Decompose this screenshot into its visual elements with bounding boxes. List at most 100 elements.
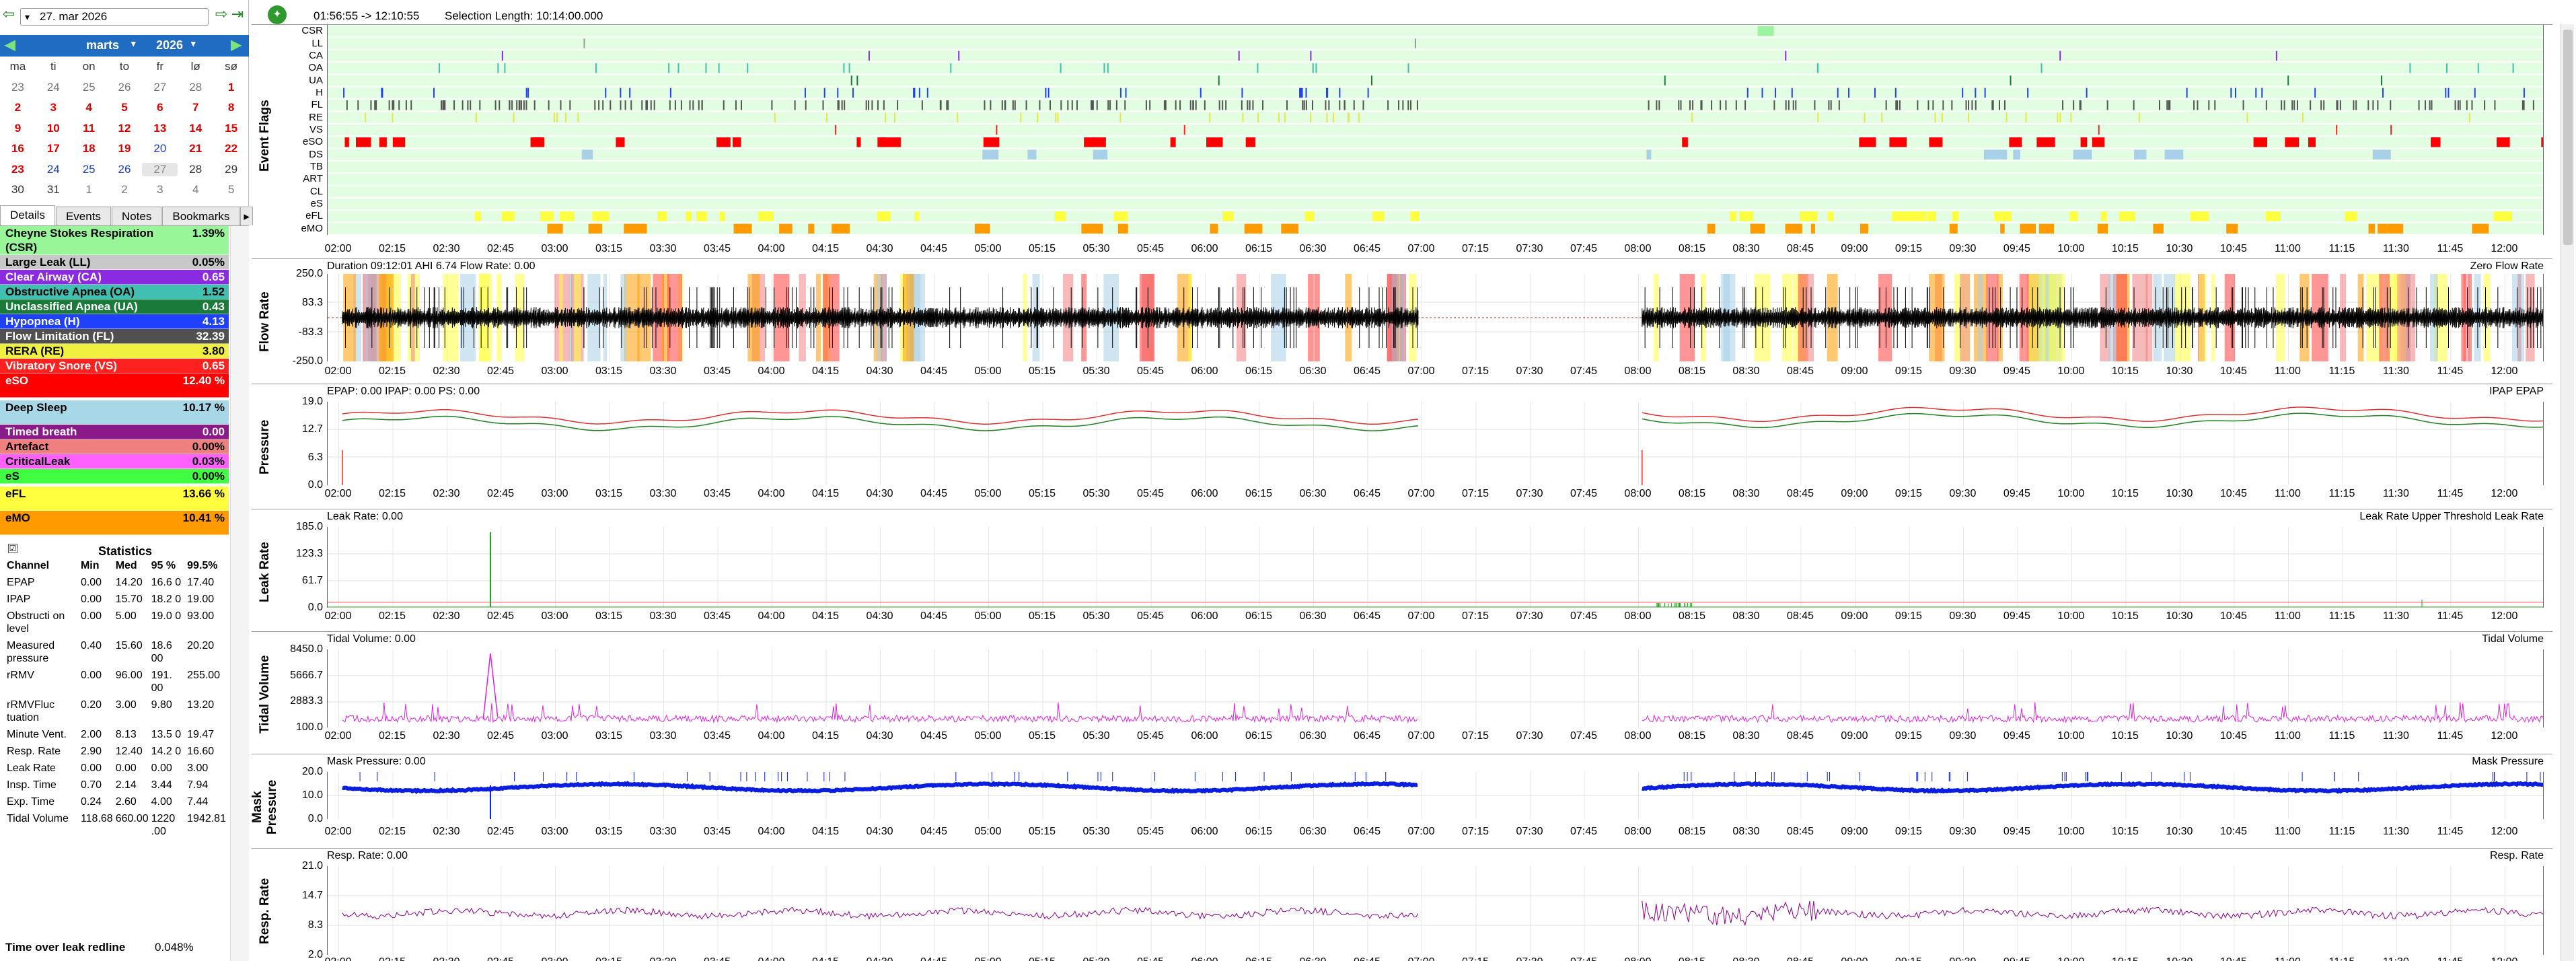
calendar-day[interactable]: 19	[107, 142, 143, 155]
event-flag-mark[interactable]	[1333, 112, 1335, 122]
event-flag-mark[interactable]	[2431, 100, 2433, 110]
event-flag-mark[interactable]	[1305, 87, 1307, 98]
event-flag-mark[interactable]	[1218, 75, 1220, 85]
flow-rate-plot[interactable]	[327, 274, 2544, 361]
event-flag-mark[interactable]	[950, 63, 952, 73]
event-flag-mark[interactable]	[844, 100, 846, 110]
event-flag-mark[interactable]	[1927, 100, 1929, 110]
calendar-day[interactable]: 3	[36, 101, 71, 114]
tab-bookmarks[interactable]: Bookmarks	[162, 207, 240, 225]
calendar-day[interactable]: 18	[71, 142, 107, 155]
event-flag-mark[interactable]	[1310, 50, 1312, 61]
summary-row[interactable]: Deep Sleep 10.17 %	[0, 400, 229, 425]
event-flag-mark[interactable]	[2372, 149, 2391, 159]
event-flag-mark[interactable]	[2459, 100, 2461, 110]
event-flag-mark[interactable]	[1175, 100, 1177, 110]
event-flag-mark[interactable]	[2073, 149, 2092, 159]
summary-row[interactable]: Hypopnea (H) 4.13	[0, 314, 229, 329]
event-flag-mark[interactable]	[2372, 100, 2374, 110]
summary-row[interactable]: eMO 10.41 %	[0, 511, 229, 535]
event-flag-mark[interactable]	[837, 87, 839, 98]
event-flag-mark[interactable]	[1410, 100, 1412, 110]
event-flag-mark[interactable]	[1060, 63, 1062, 73]
event-flag-mark[interactable]	[343, 87, 345, 98]
event-flag-mark[interactable]	[1707, 223, 1716, 234]
event-flag-mark[interactable]	[914, 211, 920, 221]
event-flag-mark[interactable]	[2003, 100, 2005, 110]
event-flag-mark[interactable]	[822, 100, 824, 110]
calendar-day[interactable]: 20	[142, 142, 178, 155]
event-flag-mark[interactable]	[914, 87, 916, 98]
event-flag-mark[interactable]	[1047, 87, 1050, 98]
event-flag-mark[interactable]	[1909, 211, 1926, 221]
event-flag-mark[interactable]	[1746, 87, 1749, 98]
event-flag-mark[interactable]	[2541, 137, 2544, 147]
event-flag-mark[interactable]	[2069, 211, 2078, 221]
event-flag-mark[interactable]	[2429, 100, 2431, 110]
event-flag-mark[interactable]	[2164, 149, 2184, 159]
calendar-day[interactable]: 4	[178, 183, 213, 197]
event-flag-mark[interactable]	[2388, 223, 2395, 234]
event-flag-mark[interactable]	[823, 87, 825, 98]
event-flag-mark[interactable]	[442, 100, 444, 110]
event-flag-mark[interactable]	[1092, 100, 1094, 110]
event-flag-mark[interactable]	[474, 211, 481, 221]
event-flag-mark[interactable]	[462, 100, 464, 110]
calendar-day[interactable]: 13	[142, 122, 178, 135]
event-flag-mark[interactable]	[1402, 100, 1404, 110]
event-flag-mark[interactable]	[883, 100, 885, 110]
tidal-volume-panel[interactable]: Tidal Volume: 0.00 Tidal Volume Tidal Vo…	[252, 631, 2552, 748]
event-flag-mark[interactable]	[1358, 112, 1360, 122]
summary-row[interactable]: eS 0.00%	[0, 469, 229, 484]
event-flag-mark[interactable]	[1170, 137, 1176, 147]
event-flag-mark[interactable]	[2214, 100, 2216, 110]
oscar-logo-icon[interactable]: ✦	[268, 5, 287, 24]
event-flag-mark[interactable]	[641, 100, 643, 110]
event-flag-mark[interactable]	[686, 211, 692, 221]
event-flag-mark[interactable]	[1195, 100, 1197, 110]
event-flag-mark[interactable]	[2265, 100, 2267, 110]
event-flag-mark[interactable]	[1113, 211, 1128, 221]
event-flag-mark[interactable]	[1124, 100, 1126, 110]
event-flag-mark[interactable]	[1149, 100, 1151, 110]
event-flag-mark[interactable]	[2190, 211, 2209, 221]
event-flag-mark[interactable]	[1682, 137, 1688, 147]
calendar-day[interactable]: 16	[0, 142, 36, 155]
event-flag-mark[interactable]	[2425, 100, 2427, 110]
event-flag-mark[interactable]	[392, 100, 394, 110]
event-flag-mark[interactable]	[2100, 211, 2107, 221]
calendar-day[interactable]: 25	[71, 81, 107, 94]
summary-row[interactable]: Unclassified Apnea (UA) 0.43	[0, 299, 229, 314]
event-flag-mark[interactable]	[701, 100, 703, 110]
event-flag-mark[interactable]	[990, 100, 992, 110]
event-flag-mark[interactable]	[1071, 100, 1073, 110]
event-flag-mark[interactable]	[723, 100, 725, 110]
event-flag-mark[interactable]	[2070, 112, 2072, 122]
event-flag-mark[interactable]	[996, 124, 998, 135]
event-flag-mark[interactable]	[440, 100, 442, 110]
event-flag-mark[interactable]	[808, 223, 815, 234]
event-flag-mark[interactable]	[2339, 100, 2341, 110]
event-flag-mark[interactable]	[1315, 63, 1317, 73]
statistics-checkbox[interactable]: ☑	[8, 544, 17, 553]
event-flag-mark[interactable]	[1204, 100, 1206, 110]
event-flag-mark[interactable]	[2314, 87, 2316, 98]
date-picker[interactable]: ▾ 27. mar 2026	[20, 8, 209, 26]
event-flag-mark[interactable]	[897, 100, 899, 110]
summary-row[interactable]: Obstructive Apnea (OA) 1.52	[0, 285, 229, 299]
event-flag-mark[interactable]	[519, 100, 521, 110]
event-flag-mark[interactable]	[2230, 87, 2232, 98]
event-flag-mark[interactable]	[1014, 100, 1016, 110]
event-flag-mark[interactable]	[1757, 26, 1774, 36]
event-flag-mark[interactable]	[1775, 87, 1777, 98]
event-flag-mark[interactable]	[1689, 100, 1691, 110]
previous-day-icon[interactable]: ⇦	[1, 7, 16, 23]
jump-to-last-day-icon[interactable]: ⇥	[230, 7, 245, 23]
event-flag-mark[interactable]	[1367, 87, 1369, 98]
event-flag-mark[interactable]	[1848, 87, 1850, 98]
event-flag-mark[interactable]	[583, 38, 585, 48]
event-flag-mark[interactable]	[1257, 112, 1259, 122]
event-flag-mark[interactable]	[1892, 211, 1911, 221]
event-flag-mark[interactable]	[1115, 100, 1117, 110]
calendar-year[interactable]: 2026	[156, 38, 183, 52]
